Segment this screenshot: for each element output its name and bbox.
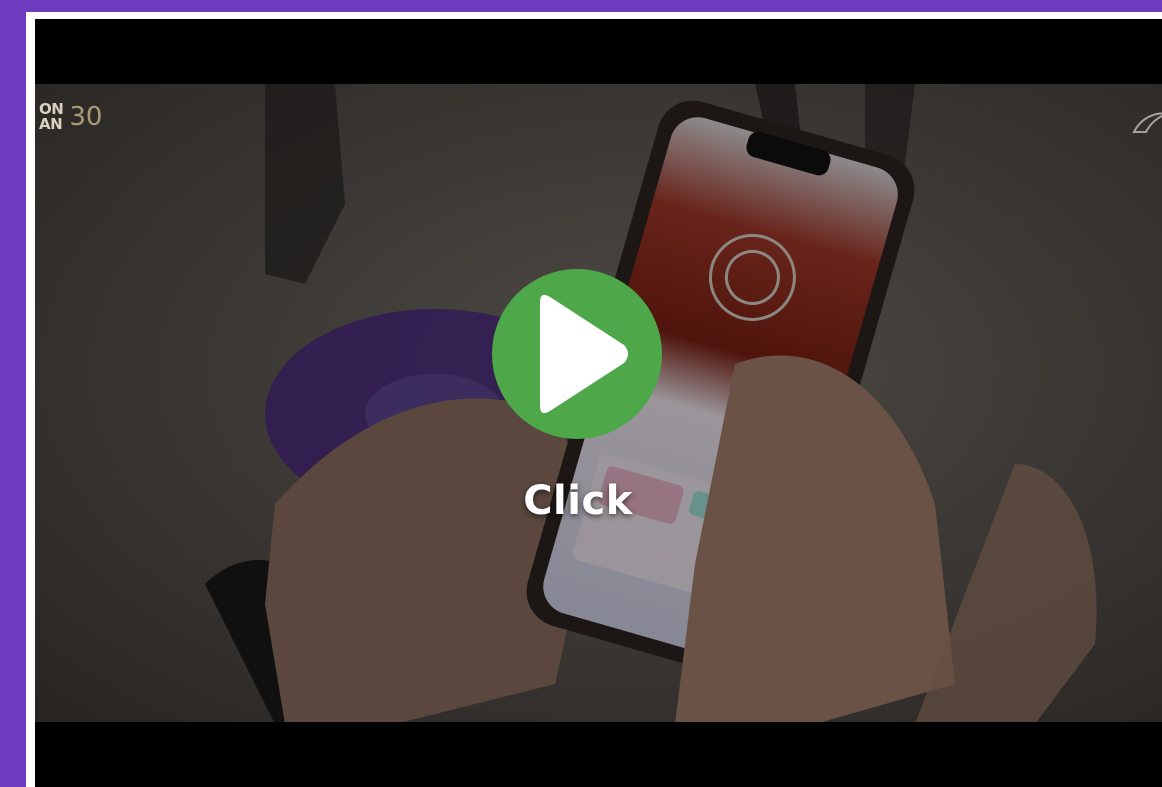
click-label[interactable]: Click — [500, 478, 656, 524]
channel-logo-text: ON AN — [39, 102, 64, 133]
play-icon — [540, 294, 628, 414]
watermark-icon — [1132, 112, 1162, 133]
logo-mark: 30 — [69, 102, 103, 132]
logo-text-line2: AN — [39, 115, 63, 133]
letterbox-bottom — [35, 722, 1162, 787]
channel-logo: ON AN 30 — [35, 84, 167, 150]
play-button[interactable] — [492, 269, 662, 439]
letterbox-top — [35, 19, 1162, 84]
